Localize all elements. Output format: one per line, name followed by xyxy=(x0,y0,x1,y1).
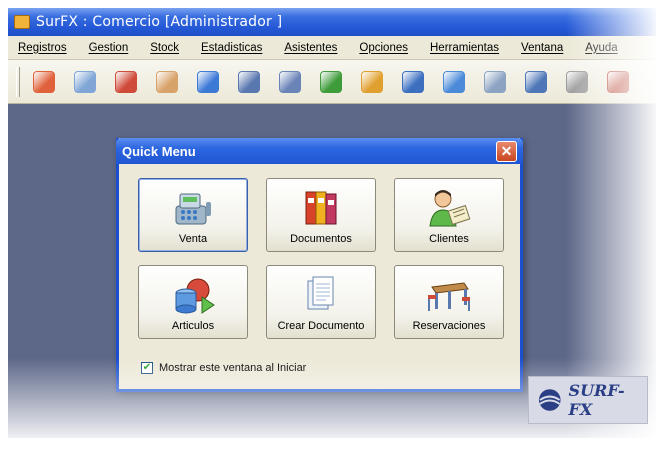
reservaciones-label: Reservaciones xyxy=(412,320,486,332)
calendar-toolbar-button[interactable] xyxy=(481,68,509,96)
title-bar: SurFX : Comercio [Administrador ] xyxy=(8,8,656,36)
clock-icon xyxy=(361,70,383,93)
toolbar xyxy=(8,60,656,104)
new-document-icon xyxy=(307,276,334,310)
calculator-icon xyxy=(525,70,547,93)
table-chairs-icon xyxy=(428,282,470,311)
toolbar-buttons xyxy=(30,68,645,96)
shapes-toolbar-button[interactable] xyxy=(194,68,222,96)
user-toolbar-button[interactable] xyxy=(153,68,181,96)
dialog-title: Quick Menu xyxy=(122,143,196,159)
report-icon xyxy=(238,70,260,93)
binders-icon xyxy=(305,191,337,225)
globe-logo-icon xyxy=(538,389,561,411)
bag-toolbar-button[interactable] xyxy=(399,68,427,96)
documentos-button[interactable]: Documentos xyxy=(266,178,376,252)
menu-gestion[interactable]: Gestion xyxy=(89,42,129,54)
menu-asistentes[interactable]: Asistentes xyxy=(284,42,337,54)
menu-opciones[interactable]: Opciones xyxy=(359,42,408,54)
quick-menu-dialog: Quick Menu ✕ Venta Documentos Clientes A… xyxy=(116,138,523,392)
bag-icon xyxy=(402,70,424,93)
arrows-exchange-icon xyxy=(320,70,342,93)
truck-toolbar-button[interactable] xyxy=(604,68,632,96)
user-icon xyxy=(156,70,178,93)
printer-toolbar-button[interactable] xyxy=(563,68,591,96)
tag-toolbar-button[interactable] xyxy=(440,68,468,96)
clientes-button[interactable]: Clientes xyxy=(394,178,504,252)
form-edit-toolbar-button[interactable] xyxy=(276,68,304,96)
menu-herramientas[interactable]: Herramientas xyxy=(430,42,499,54)
close-button[interactable]: ✕ xyxy=(496,140,517,162)
surf-fx-watermark: SURF-FX xyxy=(528,376,648,424)
form-edit-icon xyxy=(279,70,301,93)
menu-stock[interactable]: Stock xyxy=(150,42,179,54)
shapes-icon xyxy=(197,70,219,93)
app-icon xyxy=(14,15,30,29)
cash-register-icon xyxy=(175,193,211,225)
reservaciones-button[interactable]: Reservaciones xyxy=(394,265,504,339)
tag-icon xyxy=(443,70,465,93)
watermark-text: SURF-FX xyxy=(568,381,625,419)
window-title: SurFX : Comercio [Administrador ] xyxy=(36,14,283,30)
close-icon: ✕ xyxy=(500,143,513,159)
articulos-label: Articulos xyxy=(171,320,215,332)
dialog-title-bar: Quick Menu ✕ xyxy=(116,138,523,164)
menu-registros[interactable]: Registros xyxy=(18,42,67,54)
menu-bar: Registros Gestion Stock Estadisticas Asi… xyxy=(8,36,656,60)
truck-icon xyxy=(607,70,629,93)
clientes-label: Clientes xyxy=(429,233,469,245)
menu-estadisticas[interactable]: Estadisticas xyxy=(201,42,262,54)
crear-documento-label: Crear Documento xyxy=(277,320,365,332)
power-icon xyxy=(33,70,55,93)
toolbar-grip[interactable] xyxy=(16,66,20,97)
star-document-toolbar-button[interactable] xyxy=(71,68,99,96)
printer-icon xyxy=(566,70,588,93)
documentos-label: Documentos xyxy=(290,233,352,245)
power-toolbar-button[interactable] xyxy=(30,68,58,96)
crear-documento-button[interactable]: Crear Documento xyxy=(266,265,376,339)
star-document-icon xyxy=(74,70,96,93)
arrows-exchange-toolbar-button[interactable] xyxy=(317,68,345,96)
client-icon xyxy=(429,190,471,227)
menu-ventana[interactable]: Ventana xyxy=(521,42,563,54)
binders-icon xyxy=(115,70,137,93)
report-toolbar-button[interactable] xyxy=(235,68,263,96)
binders-toolbar-button[interactable] xyxy=(112,68,140,96)
show-on-start-label: Mostrar este ventana al Iniciar xyxy=(159,362,307,374)
show-on-start-row[interactable]: ✔ Mostrar este ventana al Iniciar xyxy=(141,362,306,374)
calculator-toolbar-button[interactable] xyxy=(522,68,550,96)
articulos-button[interactable]: Articulos xyxy=(138,265,248,339)
venta-label: Venta xyxy=(178,233,208,245)
venta-button[interactable]: Venta xyxy=(138,178,248,252)
calendar-icon xyxy=(484,70,506,93)
clock-toolbar-button[interactable] xyxy=(358,68,386,96)
app-window: SurFX : Comercio [Administrador ] Regist… xyxy=(8,8,656,438)
show-on-start-checkbox[interactable]: ✔ xyxy=(141,362,153,374)
menu-ayuda[interactable]: Ayuda xyxy=(585,42,617,54)
shapes-icon xyxy=(175,278,215,314)
